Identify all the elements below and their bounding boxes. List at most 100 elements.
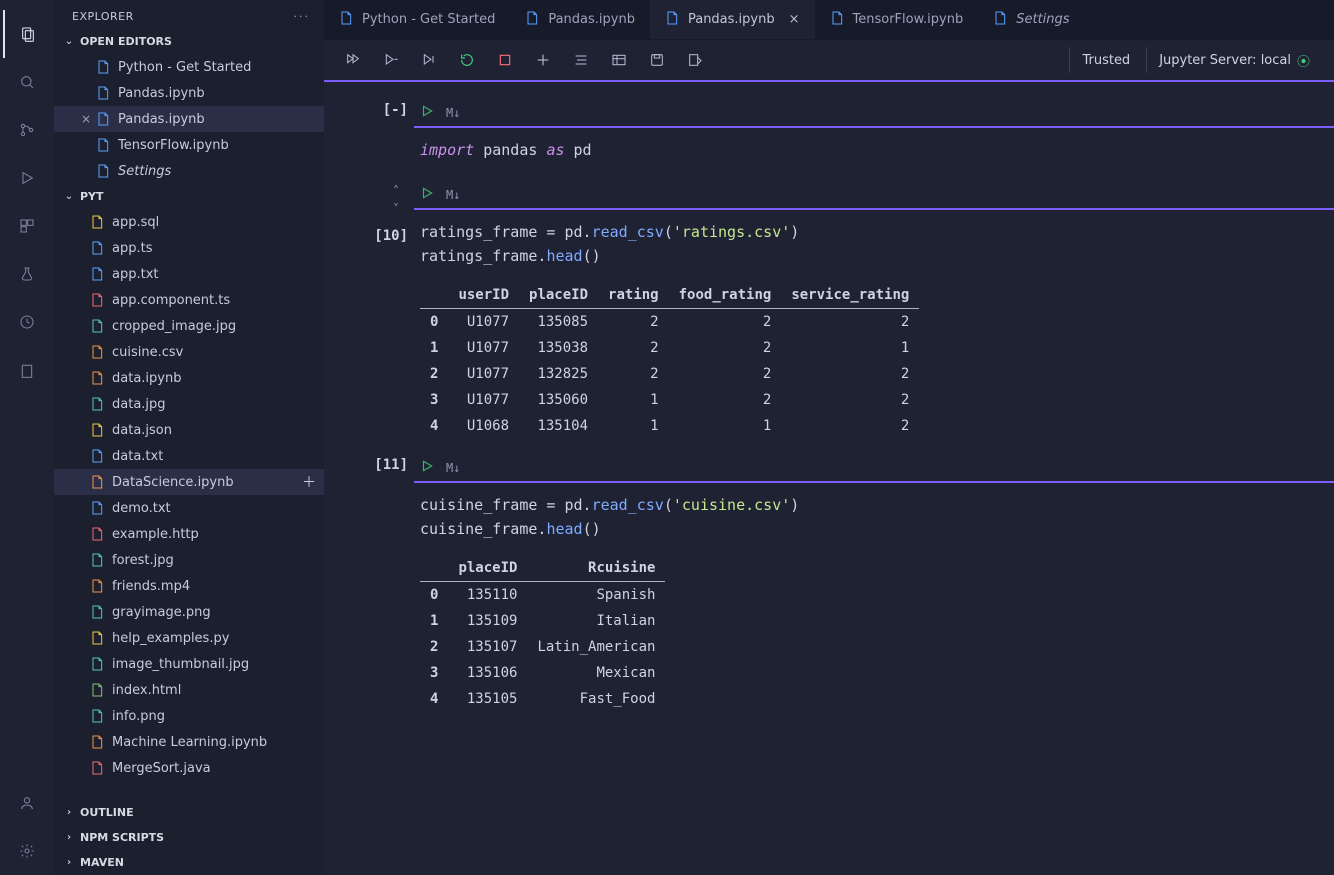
file-tree-item[interactable]: grayimage.png <box>54 599 324 625</box>
open-editor-label: Python - Get Started <box>118 60 251 75</box>
cell-type-toggle[interactable]: M↓ <box>446 188 460 202</box>
run-below-icon[interactable] <box>412 46 446 74</box>
folder-header[interactable]: ⌄ PYT <box>54 184 324 209</box>
editor-tab[interactable]: Python - Get Started <box>324 0 510 39</box>
save-icon[interactable] <box>640 46 674 74</box>
run-all-icon[interactable] <box>336 46 370 74</box>
add-cell-icon[interactable] <box>526 46 560 74</box>
open-editor-item[interactable]: ×Pandas.ipynb <box>54 80 324 106</box>
editor-tab[interactable]: TensorFlow.ipynb <box>815 0 979 39</box>
restart-kernel-icon[interactable] <box>450 46 484 74</box>
file-tree-item[interactable]: app.txt <box>54 261 324 287</box>
file-tree-item[interactable]: data.jpg <box>54 391 324 417</box>
file-icon <box>88 422 106 438</box>
explorer-more-icon[interactable]: ··· <box>294 10 311 23</box>
file-tree-item[interactable]: cropped_image.jpg <box>54 313 324 339</box>
timeline-icon[interactable] <box>3 298 51 346</box>
open-editor-item[interactable]: ×Python - Get Started <box>54 54 324 80</box>
file-tree-item[interactable]: demo.txt <box>54 495 324 521</box>
file-tree-item[interactable]: cuisine.csv <box>54 339 324 365</box>
code-editor[interactable]: cuisine_frame = pd.read_csv('cuisine.csv… <box>414 483 1334 545</box>
run-cell-icon[interactable] <box>420 104 434 122</box>
cell-type-toggle[interactable]: M↓ <box>446 106 460 120</box>
file-icon <box>94 163 112 179</box>
new-file-icon[interactable]: ＋ <box>302 472 316 492</box>
open-editor-item[interactable]: ×TensorFlow.ipynb <box>54 132 324 158</box>
editor-tab[interactable]: Pandas.ipynb × <box>650 0 815 39</box>
search-icon[interactable] <box>3 58 51 106</box>
file-tree-item[interactable]: DataScience.ipynb＋ <box>54 469 324 495</box>
run-cell-icon[interactable] <box>420 186 434 204</box>
jupyter-server-status[interactable]: Jupyter Server: local ⦿ <box>1146 47 1322 73</box>
file-tree-item[interactable]: help_examples.py <box>54 625 324 651</box>
file-label: app.txt <box>112 267 159 282</box>
sidebar-section-header[interactable]: ›OUTLINE <box>54 800 324 825</box>
cell-toolbar: M↓ <box>414 457 1334 483</box>
file-tree-item[interactable]: example.http <box>54 521 324 547</box>
editor-tab[interactable]: Settings <box>978 0 1084 39</box>
file-tree-item[interactable]: data.ipynb <box>54 365 324 391</box>
file-tree-item[interactable]: app.component.ts <box>54 287 324 313</box>
notebook-cell[interactable]: [-] M↓ import pandas as pd <box>334 102 1334 166</box>
file-icon <box>88 526 106 542</box>
file-tree-item[interactable]: info.png <box>54 703 324 729</box>
file-icon <box>88 734 106 750</box>
file-tree-item[interactable]: friends.mp4 <box>54 573 324 599</box>
settings-gear-icon[interactable] <box>3 827 51 875</box>
file-tree-item[interactable]: image_thumbnail.jpg <box>54 651 324 677</box>
file-icon <box>88 266 106 282</box>
file-tree-item[interactable]: forest.jpg <box>54 547 324 573</box>
cell-type-toggle[interactable]: M↓ <box>446 461 460 475</box>
file-tree-item[interactable]: index.html <box>54 677 324 703</box>
file-icon <box>88 630 106 646</box>
open-editor-item[interactable]: ×Pandas.ipynb <box>54 106 324 132</box>
run-cell-icon[interactable] <box>420 459 434 477</box>
explorer-icon[interactable] <box>3 10 51 58</box>
code-editor[interactable]: ratings_frame = pd.read_csv('ratings.csv… <box>414 210 1334 272</box>
file-icon <box>88 708 106 724</box>
file-label: cropped_image.jpg <box>112 319 236 334</box>
file-icon <box>88 240 106 256</box>
file-tree-item[interactable]: Machine Learning.ipynb <box>54 729 324 755</box>
notebook-body[interactable]: [-] M↓ import pandas as pd ˄ ˅ [10] <box>324 82 1334 875</box>
close-icon[interactable]: × <box>78 112 94 126</box>
notebook-cell[interactable]: ˄ ˅ [10] M↓ ratings_frame = pd.read_csv(… <box>334 184 1334 439</box>
source-control-icon[interactable] <box>3 106 51 154</box>
file-icon <box>524 10 540 30</box>
accounts-icon[interactable] <box>3 779 51 827</box>
run-debug-icon[interactable] <box>3 154 51 202</box>
notebook-cell[interactable]: [11] M↓ cuisine_frame = pd.read_csv('cui… <box>334 457 1334 712</box>
file-tree-item[interactable]: app.ts <box>54 235 324 261</box>
chevron-up-icon[interactable]: ˄ <box>393 184 399 198</box>
file-icon <box>88 292 106 308</box>
file-label: demo.txt <box>112 501 171 516</box>
remote-icon[interactable] <box>3 346 51 394</box>
file-icon <box>88 500 106 516</box>
file-tree-item[interactable]: data.txt <box>54 443 324 469</box>
clear-output-icon[interactable] <box>564 46 598 74</box>
variables-icon[interactable] <box>602 46 636 74</box>
run-above-icon[interactable] <box>374 46 408 74</box>
code-editor[interactable]: import pandas as pd <box>414 128 1334 166</box>
sidebar-section-header[interactable]: ›NPM SCRIPTS <box>54 825 324 850</box>
tab-label: Pandas.ipynb <box>688 12 775 27</box>
editor-tab[interactable]: Pandas.ipynb <box>510 0 650 39</box>
open-editor-item[interactable]: ×Settings <box>54 158 324 184</box>
open-editors-header[interactable]: ⌄ OPEN EDITORS <box>54 29 324 54</box>
cell-gutter: ˄ ˅ [10] <box>334 184 414 439</box>
interrupt-kernel-icon[interactable] <box>488 46 522 74</box>
execution-count: [-] <box>383 102 408 118</box>
testing-icon[interactable] <box>3 250 51 298</box>
file-label: help_examples.py <box>112 631 229 646</box>
sidebar-section-header[interactable]: ›MAVEN <box>54 850 324 875</box>
file-tree-item[interactable]: data.json <box>54 417 324 443</box>
file-tree-item[interactable]: app.sql <box>54 209 324 235</box>
execution-count: [11] <box>374 457 408 473</box>
extensions-icon[interactable] <box>3 202 51 250</box>
file-label: example.http <box>112 527 199 542</box>
export-icon[interactable] <box>678 46 712 74</box>
file-tree-item[interactable]: MergeSort.java <box>54 755 324 781</box>
close-icon[interactable]: × <box>789 12 800 27</box>
chevron-down-icon[interactable]: ˅ <box>393 202 399 216</box>
trusted-status[interactable]: Trusted <box>1069 47 1142 73</box>
